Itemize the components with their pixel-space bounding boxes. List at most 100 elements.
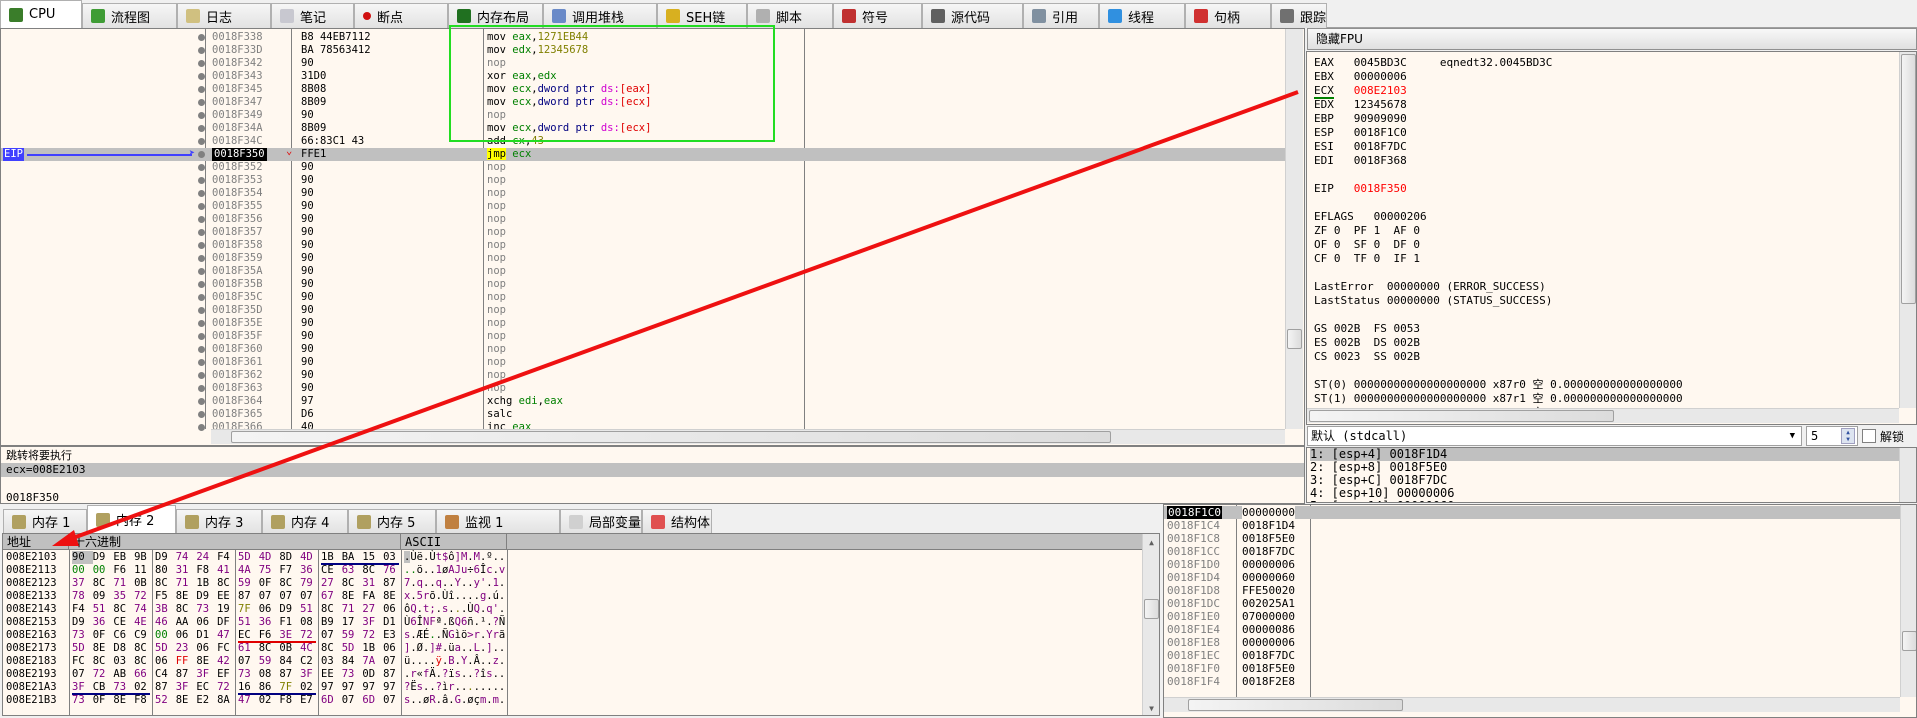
hex-byte[interactable]: 00 — [155, 629, 176, 642]
stack-row[interactable]: 0018F1CC 0018F7DC — [1164, 545, 1900, 558]
dump-row[interactable]: 008E2183 FC 8C 03 8C 06 FF 8E 42 07 59 84 C2 03 84 7A 07… — [3, 655, 1143, 668]
hex-byte[interactable]: 8A — [217, 694, 238, 707]
hex-byte[interactable]: 72 — [134, 590, 155, 603]
hex-byte[interactable]: 87 — [238, 590, 259, 603]
hex-byte[interactable]: 59 — [342, 629, 363, 642]
hex-byte[interactable]: 97 — [342, 681, 363, 694]
hex-byte[interactable]: 72 — [362, 629, 383, 642]
breakpoint-dot-icon[interactable] — [198, 138, 205, 145]
hex-byte[interactable]: 0B — [134, 577, 155, 590]
hex-byte[interactable]: FC — [217, 642, 238, 655]
column-header-ascii[interactable]: ASCII — [401, 534, 507, 550]
hex-byte[interactable]: E2 — [196, 694, 217, 707]
register-line[interactable]: EFLAGS 00000206 — [1314, 210, 1916, 224]
hex-byte[interactable]: D9 — [279, 603, 300, 616]
dump-row[interactable]: 008E21A3 3F CB 73 02 87 3F EC 72 16 86 7F 02 97 97 97 97… — [3, 681, 1143, 694]
hex-byte[interactable]: 74 — [176, 551, 197, 564]
hex-byte[interactable]: 36 — [259, 616, 280, 629]
stack-row[interactable]: 0018F1F0 0018F5E0 — [1164, 662, 1900, 675]
hex-byte[interactable]: 07 — [72, 668, 93, 681]
hex-byte[interactable]: AB — [113, 668, 134, 681]
stack-row[interactable]: 0018F1D8 FFE50020 — [1164, 584, 1900, 597]
hex-byte[interactable]: 4D — [300, 551, 321, 564]
hex-byte[interactable]: 8C — [259, 642, 280, 655]
tab-item[interactable]: 句柄 — [1185, 3, 1271, 28]
hex-byte[interactable]: 72 — [217, 681, 238, 694]
dump-row[interactable]: 008E2143 F4 51 8C 74 3B 8C 73 19 7F 06 D9 51 8C 71 27 06… — [3, 603, 1143, 616]
disasm-vertical-scrollbar[interactable] — [1285, 29, 1303, 429]
hex-byte[interactable]: 06 — [176, 629, 197, 642]
scroll-thumb[interactable] — [1901, 54, 1916, 304]
hex-byte[interactable]: 8C — [362, 564, 383, 577]
register-line[interactable]: ZF 0 PF 1 AF 0 — [1314, 224, 1916, 238]
hex-byte[interactable]: 73 — [238, 668, 259, 681]
hex-byte[interactable]: 07 — [259, 590, 280, 603]
scroll-up-icon[interactable]: ▲ — [1143, 534, 1159, 547]
hex-byte[interactable]: 73 — [72, 694, 93, 707]
hex-byte[interactable]: 6D — [321, 694, 342, 707]
hex-byte[interactable]: 61 — [238, 642, 259, 655]
hex-byte[interactable]: 90 — [72, 551, 93, 564]
memory-tab[interactable]: 结构体 — [642, 509, 712, 533]
breakpoint-dot-icon[interactable] — [198, 398, 205, 405]
hex-byte[interactable]: 0F — [93, 629, 114, 642]
stack-row[interactable]: 0018F1D4 00000060 — [1164, 571, 1900, 584]
scroll-thumb[interactable] — [1309, 410, 1614, 422]
breakpoint-dot-icon[interactable] — [198, 86, 205, 93]
hex-byte[interactable]: 3B — [155, 603, 176, 616]
hex-byte[interactable]: C2 — [300, 655, 321, 668]
hex-byte[interactable]: 03 — [113, 655, 134, 668]
breakpoint-dot-icon[interactable] — [198, 60, 205, 67]
hex-byte[interactable]: 8E — [383, 590, 404, 603]
memory-tab[interactable]: 内存 2 — [87, 505, 176, 533]
hex-byte[interactable]: 06 — [383, 603, 404, 616]
register-line[interactable]: LastError 00000000 (ERROR_SUCCESS) — [1314, 280, 1916, 294]
hex-byte[interactable]: 17 — [342, 616, 363, 629]
hex-byte[interactable]: 3F — [196, 668, 217, 681]
disasm-row[interactable]: 0018F364 97 xchg edi,eax — [1, 395, 1285, 408]
memory-tab[interactable]: 内存 1 — [3, 509, 87, 533]
register-line[interactable]: EIP 0018F350 — [1314, 182, 1916, 196]
disasm-row[interactable]: 0018F352 90 nop — [1, 161, 1285, 174]
memory-tab[interactable]: 监视 1 — [436, 509, 560, 533]
hex-byte[interactable]: F5 — [155, 590, 176, 603]
stack-vertical-scrollbar[interactable] — [1900, 505, 1916, 697]
hex-byte[interactable]: 41 — [217, 564, 238, 577]
hex-byte[interactable]: 3F — [176, 681, 197, 694]
hex-byte[interactable]: 87 — [176, 668, 197, 681]
hex-byte[interactable]: 87 — [383, 668, 404, 681]
hex-byte[interactable]: 8E — [196, 655, 217, 668]
breakpoint-dot-icon[interactable] — [198, 320, 205, 327]
hex-byte[interactable]: 63 — [342, 564, 363, 577]
hex-byte[interactable]: 07 — [238, 655, 259, 668]
breakpoint-dot-icon[interactable] — [198, 372, 205, 379]
hex-byte[interactable]: D9 — [196, 590, 217, 603]
hex-byte[interactable]: 8C — [93, 655, 114, 668]
stack-row[interactable]: 0018F1DC 002025A1 — [1164, 597, 1900, 610]
stack-row[interactable]: 0018F1E4 00000086 — [1164, 623, 1900, 636]
register-line[interactable]: ST(0) 00000000000000000000 x87r0 空 0.000… — [1314, 378, 1916, 392]
arguments-list[interactable]: 1: [esp+4] 0018F1D4 2: [esp+8] 0018F5E0 3:… — [1306, 447, 1917, 503]
disasm-row[interactable]: 0018F353 90 nop — [1, 174, 1285, 187]
hex-byte[interactable]: 47 — [217, 629, 238, 642]
hex-byte[interactable]: C4 — [155, 668, 176, 681]
dump-row[interactable]: 008E2123 37 8C 71 0B 8C 71 1B 8C 59 0F 8C 79 27 8C 31 87… — [3, 577, 1143, 590]
hex-byte[interactable]: F1 — [279, 616, 300, 629]
hex-byte[interactable]: 73 — [196, 603, 217, 616]
breakpoint-dot-icon[interactable] — [198, 34, 205, 41]
register-line[interactable]: EBP 90909090 — [1314, 112, 1916, 126]
argument-row[interactable]: 5: [esp+14] 00000060 — [1310, 500, 1916, 503]
hex-byte[interactable]: 84 — [279, 655, 300, 668]
hex-byte[interactable]: AA — [176, 616, 197, 629]
hex-byte[interactable]: 87 — [155, 681, 176, 694]
register-line[interactable]: ST(1) 00000000000000000000 x87r1 空 0.000… — [1314, 392, 1916, 406]
register-line[interactable]: ECX 008E2103 — [1314, 84, 1916, 99]
hex-byte[interactable]: 74 — [134, 603, 155, 616]
disasm-row[interactable]: 0018F35E 90 nop — [1, 317, 1285, 330]
hex-byte[interactable]: 8C — [155, 577, 176, 590]
stack-row[interactable]: 0018F1D0 00000006 — [1164, 558, 1900, 571]
disasm-row[interactable]: 0018F35F 90 nop — [1, 330, 1285, 343]
hex-byte[interactable]: 3F — [300, 668, 321, 681]
tab-item[interactable]: 日志 — [177, 3, 271, 28]
hex-byte[interactable]: 06 — [196, 642, 217, 655]
